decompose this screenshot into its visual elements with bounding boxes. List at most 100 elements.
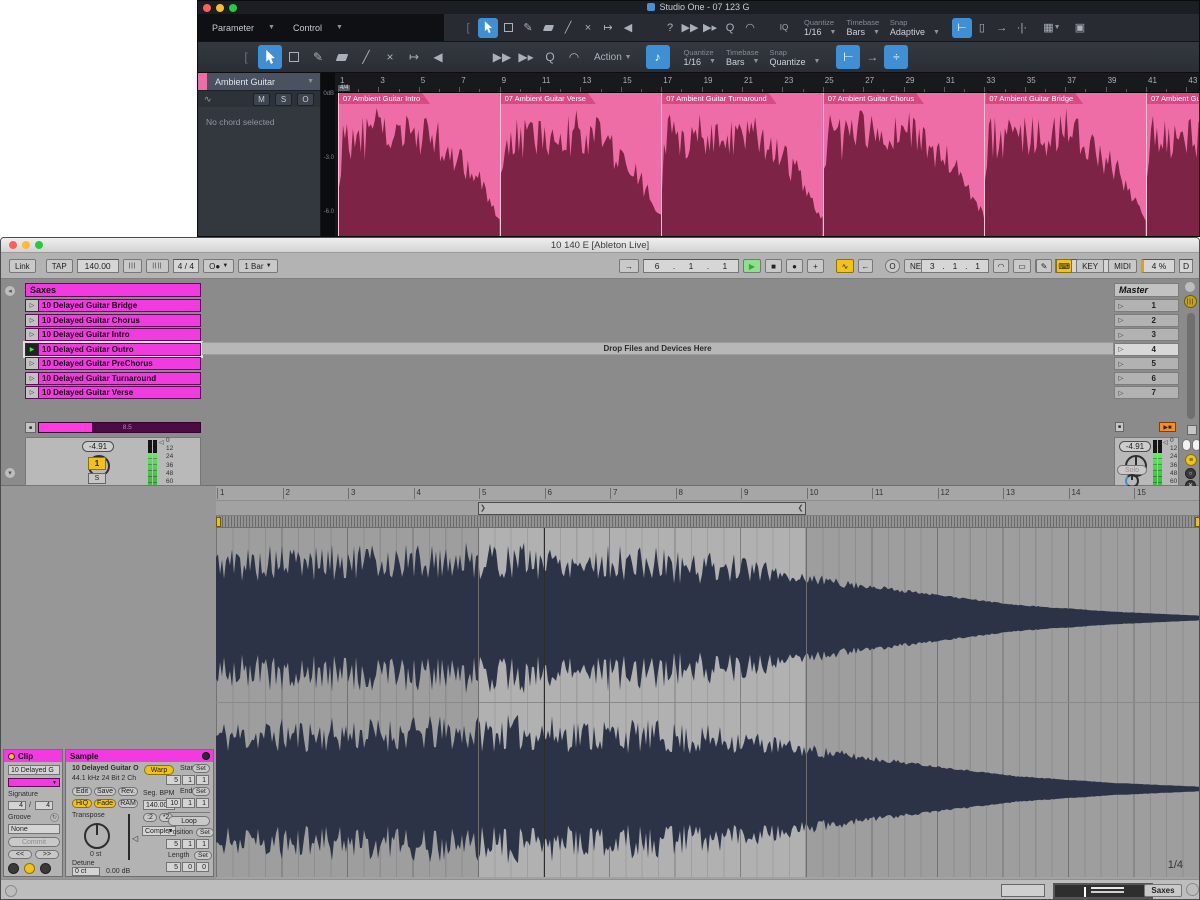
- clip-name-field[interactable]: 10 Delayed G: [8, 765, 60, 775]
- track-title[interactable]: Saxes: [25, 283, 201, 297]
- automation-arm-button[interactable]: ∿: [836, 259, 854, 273]
- clip-slot[interactable]: ▷10 Delayed Guitar Bridge: [25, 299, 201, 312]
- beat-ruler-label[interactable]: 5: [479, 488, 486, 499]
- punch-in-button[interactable]: ◠: [993, 259, 1009, 273]
- scene-launch-icon[interactable]: ▷: [1115, 345, 1127, 353]
- volume-value[interactable]: -4.91: [1119, 441, 1151, 452]
- clip-stop-button[interactable]: ■: [25, 422, 36, 433]
- clip-slot[interactable]: ▷10 Delayed Guitar Intro: [25, 328, 201, 341]
- scene-slot[interactable]: ▷4: [1114, 343, 1179, 356]
- mute-tool[interactable]: ×: [578, 18, 598, 38]
- sample-box-toggle[interactable]: [24, 863, 35, 874]
- clip-color-chooser[interactable]: ▼: [8, 778, 60, 787]
- start-set-button[interactable]: Set: [192, 764, 210, 773]
- beat-ruler-label[interactable]: 4: [414, 488, 421, 499]
- audio-event[interactable]: 07 Ambient Guitar Intro: [338, 93, 500, 237]
- chevron-down-icon[interactable]: ▼: [307, 78, 314, 85]
- track-select-button[interactable]: Saxes: [1144, 884, 1182, 897]
- scene-slot[interactable]: ▷2: [1114, 314, 1179, 327]
- start-value[interactable]: 511: [166, 775, 209, 785]
- clip-gain-handle-icon[interactable]: ◁: [132, 834, 138, 843]
- ram-button[interactable]: RAM: [118, 799, 138, 808]
- clip-gain-slider[interactable]: [128, 814, 130, 860]
- save-button[interactable]: Save: [94, 787, 116, 796]
- clip-launch-icon[interactable]: ▷: [26, 329, 39, 340]
- beat-ruler-label[interactable]: 1: [217, 488, 224, 499]
- key-map-button[interactable]: KEY: [1076, 259, 1104, 273]
- quantize-panel-icon[interactable]: ♪: [646, 45, 670, 69]
- reverse-button[interactable]: Rev.: [118, 787, 138, 796]
- paint-tool[interactable]: ╱: [354, 45, 378, 69]
- timebase-group[interactable]: Timebase Bars▼: [726, 42, 759, 72]
- return-to-start-icon[interactable]: →: [992, 18, 1012, 38]
- eraser-tool[interactable]: [330, 45, 354, 69]
- scene-launch-icon[interactable]: ▷: [1115, 389, 1127, 397]
- overdub-button[interactable]: +: [807, 259, 824, 273]
- record-button[interactable]: ●: [786, 259, 803, 273]
- clip-launch-icon[interactable]: ▷: [26, 315, 39, 326]
- nudge-down-button[interactable]: |||: [123, 259, 143, 273]
- beat-ruler-label[interactable]: 14: [1069, 488, 1081, 499]
- listen-tool[interactable]: ◀: [426, 45, 450, 69]
- envelope-box-toggle[interactable]: [40, 863, 51, 874]
- scene-launch-icon[interactable]: ▷: [1115, 331, 1127, 339]
- loop-start-field[interactable]: 3. 1. 1: [921, 259, 989, 273]
- groove-field[interactable]: None: [8, 824, 60, 834]
- snap-group[interactable]: Snap Adaptive▼: [890, 14, 940, 41]
- draw-mode-button[interactable]: ✎: [1036, 259, 1052, 273]
- position-value[interactable]: 511: [166, 839, 209, 849]
- help-toggle-icon[interactable]: [1186, 883, 1199, 896]
- clip-slot[interactable]: ▶10 Delayed Guitar Outro: [25, 343, 201, 356]
- scene-slot[interactable]: ▷7: [1114, 386, 1179, 399]
- beat-time-ruler[interactable]: 123456789101112131415: [216, 486, 1200, 501]
- divide-grid-icon[interactable]: ÷: [884, 45, 908, 69]
- zoom-back-button[interactable]: [1001, 884, 1045, 897]
- time-signature-field[interactable]: 4 / 4: [173, 259, 200, 273]
- quantize-group[interactable]: Quantize 1/16▼: [804, 14, 836, 41]
- midi-map-button[interactable]: MIDI: [1108, 259, 1137, 273]
- sends-section-toggle[interactable]: ○: [1185, 468, 1196, 479]
- link-button[interactable]: Link: [9, 259, 36, 273]
- loop-switch-button[interactable]: ▭: [1013, 259, 1031, 273]
- mixer-section-toggle[interactable]: ≡: [1185, 454, 1197, 466]
- quantization-menu[interactable]: 1 Bar ▼: [238, 259, 277, 273]
- nudge-back-button[interactable]: <<: [8, 850, 32, 859]
- scene-scroll-icon[interactable]: [1184, 281, 1196, 293]
- length-set-button[interactable]: Set: [194, 851, 212, 860]
- audio-event[interactable]: 07 Ambient Guitar Verse: [500, 93, 662, 237]
- macro-icon[interactable]: ◠: [740, 18, 760, 38]
- beat-ruler-label[interactable]: 2: [283, 488, 290, 499]
- info-view-icon[interactable]: [5, 885, 17, 897]
- bend-tool[interactable]: ↦: [598, 18, 618, 38]
- grid-settings-icon[interactable]: ▦ ▼: [1042, 18, 1062, 38]
- scene-slot[interactable]: ▷5: [1114, 357, 1179, 370]
- eraser-tool[interactable]: [538, 18, 558, 38]
- scene-launch-icon[interactable]: ▷: [1115, 374, 1127, 382]
- hot-swap-sample-icon[interactable]: [202, 752, 210, 760]
- clip-slot[interactable]: ▷10 Delayed Guitar PreChorus: [25, 357, 201, 370]
- stop-all-clips-button[interactable]: ■: [1115, 422, 1124, 432]
- arrow-tool[interactable]: [478, 18, 498, 38]
- split-tool[interactable]: ✎: [518, 18, 538, 38]
- snap-toggle[interactable]: ⊢: [836, 45, 860, 69]
- clip-activator-icon[interactable]: [8, 753, 15, 760]
- waveform-editor[interactable]: 1/4: [216, 528, 1200, 877]
- volume-value[interactable]: -4.91: [82, 441, 114, 452]
- quantize-group[interactable]: Quantize 1/16▼: [684, 42, 716, 72]
- audio-event[interactable]: 07 Ambient Guitar Turnaround: [661, 93, 823, 237]
- nudge-up-button[interactable]: ||||: [146, 259, 168, 273]
- audio-event[interactable]: 07 Ambient Guitar Bridge: [984, 93, 1146, 237]
- length-value[interactable]: 500: [166, 862, 209, 872]
- scene-slot[interactable]: ▷3: [1114, 328, 1179, 341]
- loop-button[interactable]: Loop: [168, 816, 210, 826]
- play-from-icon[interactable]: ▶▶: [680, 18, 700, 38]
- loop-brace[interactable]: ❯❮: [478, 502, 806, 515]
- play-button[interactable]: ▶: [743, 259, 761, 273]
- master-track-title[interactable]: Master: [1114, 283, 1179, 297]
- mute-tool[interactable]: ×: [378, 45, 402, 69]
- tap-tempo-button[interactable]: TAP: [46, 259, 73, 273]
- transpose-knob[interactable]: [84, 823, 110, 849]
- nudge-icon[interactable]: ·|·: [1012, 18, 1032, 38]
- mixer-view-toggle[interactable]: |||: [1184, 295, 1197, 308]
- return-to-start-icon[interactable]: →: [860, 45, 884, 69]
